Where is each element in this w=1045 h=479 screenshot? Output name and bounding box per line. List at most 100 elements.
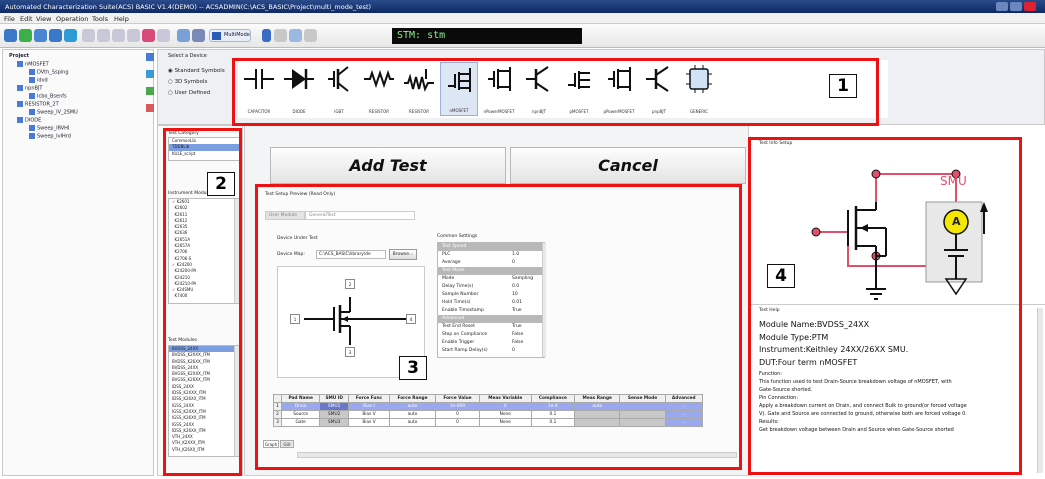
horizontal-scrollbar[interactable] <box>297 452 737 458</box>
device-ppowermosfet[interactable]: pPowerMOSFET <box>600 62 638 116</box>
maximize-button[interactable] <box>1010 2 1022 11</box>
device-generic[interactable]: GENERIC <box>680 62 718 116</box>
info-icon[interactable] <box>289 29 302 42</box>
device-npnbjt[interactable]: npnBJT <box>520 62 558 116</box>
settings-row[interactable]: Test End Reset True <box>438 323 546 331</box>
tree-item-npnbjt[interactable]: npnBJT <box>17 85 42 92</box>
device-nmosfet[interactable]: nMOSFET <box>440 62 478 116</box>
settings-row[interactable]: Hold Time(s) 0.01 <box>438 299 546 307</box>
checkbox-icon[interactable] <box>17 85 23 91</box>
checkbox-icon[interactable] <box>29 77 35 83</box>
abort-icon[interactable] <box>157 29 170 42</box>
dropdown-icon[interactable] <box>262 29 271 42</box>
settings-row[interactable]: Enable Timestamp True <box>438 307 546 315</box>
tab-user-module[interactable]: User Module <box>265 211 305 220</box>
menu-operation[interactable]: Operation <box>56 15 88 23</box>
settings-scrollbar[interactable] <box>542 243 546 357</box>
edit-icon[interactable] <box>146 87 154 95</box>
checkbox-icon[interactable] <box>17 101 23 107</box>
tree-item[interactable]: idvd <box>29 77 48 84</box>
checkbox-icon[interactable] <box>29 69 35 75</box>
radio-user-defined[interactable]: ○ User Defined <box>168 90 210 96</box>
test-modules-heading: Test Modules <box>168 338 197 343</box>
instrument-list-scrollbar[interactable] <box>234 199 239 303</box>
tree-item[interactable]: Sweep_IV_2SMU <box>29 109 78 116</box>
radio-standard-symbols[interactable]: ◉ Standard Symbols <box>168 68 225 74</box>
lock-icon[interactable] <box>192 29 205 42</box>
add-test-button[interactable]: Add Test <box>270 147 506 184</box>
device-diode[interactable]: DIODE <box>280 62 318 116</box>
test-modules-scrollbar[interactable] <box>234 346 239 456</box>
settings-row[interactable]: Enable Trigger False <box>438 339 546 347</box>
tab-general-test[interactable]: GeneralTest <box>305 211 415 220</box>
pin-bulk: 4 <box>406 314 416 324</box>
tree-item[interactable]: Sweep_IRVHI <box>29 125 69 132</box>
device-igbt[interactable]: IGBT <box>320 62 358 116</box>
settings-row[interactable]: Delay Time(s) 0.0 <box>438 283 546 291</box>
tree-item-resistor[interactable]: RESISTOR_2T <box>17 101 59 108</box>
settings-row[interactable]: Stop on Compliance False <box>438 331 546 339</box>
tree-item-nmosfet[interactable]: nMOSFET <box>17 61 49 68</box>
cancel-button[interactable]: Cancel <box>510 147 746 184</box>
step-icon[interactable] <box>112 29 125 42</box>
settings-row[interactable]: Mode Sampling <box>438 275 546 283</box>
browse-button[interactable]: Browse... <box>389 249 417 260</box>
menu-edit[interactable]: Edit <box>20 15 33 23</box>
tree-root[interactable]: Project <box>9 53 29 59</box>
multimode-button[interactable]: MultiMode <box>209 29 251 42</box>
radio-3d-symbols[interactable]: ○ 3D Symbols <box>168 79 207 85</box>
device-pnpbjt[interactable]: pnpBJT <box>640 62 678 116</box>
minimize-button[interactable] <box>996 2 1008 11</box>
print-icon[interactable] <box>177 29 190 42</box>
device-npowermosfet[interactable]: nPowerMOSFET <box>480 62 518 116</box>
stop-icon[interactable] <box>142 29 155 42</box>
device-resistor[interactable]: RESISTOR <box>360 62 398 116</box>
open-icon[interactable] <box>64 29 77 42</box>
checkbox-icon[interactable] <box>17 117 23 123</box>
settings-row[interactable]: PLC 1.0 <box>438 251 546 259</box>
refresh-icon[interactable] <box>19 29 32 42</box>
tree-item[interactable]: Sweep_IvIHrd <box>29 133 71 140</box>
save-icon[interactable] <box>34 29 47 42</box>
device-capacitor[interactable]: CAPACITOR <box>240 62 278 116</box>
pause-icon[interactable] <box>127 29 140 42</box>
settings-row[interactable]: Start Ramp Delay(s) 0 <box>438 347 546 355</box>
npowermosfet-icon <box>488 67 511 91</box>
checkbox-icon[interactable] <box>29 93 35 99</box>
tree-item[interactable]: Icbo_Bsenfs <box>29 93 67 100</box>
help-icon[interactable] <box>304 29 317 42</box>
tree-item[interactable]: DVth_Ssping <box>29 69 69 76</box>
move-icon[interactable] <box>146 70 154 78</box>
list-item[interactable]: K7400 <box>169 293 239 299</box>
close-button[interactable] <box>1024 2 1036 11</box>
new-icon[interactable] <box>4 29 17 42</box>
tab-graph[interactable]: Graph <box>263 440 279 448</box>
list-item[interactable]: VTH_K26XX_ITM <box>169 447 239 453</box>
table-row[interactable]: 3 Gate SMU3 Bias V auto 0 None 0.1 ... <box>272 418 704 427</box>
run-icon[interactable] <box>82 29 95 42</box>
device-map-path-field[interactable]: C:\ACS_BASIC\library\de <box>316 250 386 259</box>
device-pmosfet[interactable]: pMOSFET <box>560 62 598 116</box>
project-icon[interactable] <box>49 29 62 42</box>
add-icon[interactable] <box>146 53 154 61</box>
settings-row[interactable]: Sample Number 10 <box>438 291 546 299</box>
settings-row[interactable]: Average 0 <box>438 259 546 267</box>
menu-help[interactable]: Help <box>114 15 129 23</box>
menu-tools[interactable]: Tools <box>92 15 108 23</box>
run-all-icon[interactable] <box>97 29 110 42</box>
checkbox-icon[interactable] <box>29 125 35 131</box>
tab-gui[interactable]: GUI <box>280 440 294 448</box>
checkbox-icon[interactable] <box>29 133 35 139</box>
table-row[interactable]: 2 Source SMU2 Bias V auto 0 None 0.1 ... <box>272 410 704 419</box>
device-resistor-2[interactable]: RESISTOR <box>400 62 438 116</box>
checkbox-icon[interactable] <box>17 61 23 67</box>
delete-icon[interactable] <box>146 104 154 112</box>
checkbox-icon[interactable] <box>29 109 35 115</box>
tree-item-diode[interactable]: DIODE <box>17 117 41 124</box>
help-scrollbar[interactable] <box>1037 308 1043 473</box>
table-row[interactable]: 1 Drain SMU1 Bias I auto 1e-009 V 1e-4 a… <box>272 402 704 411</box>
menu-file[interactable]: File <box>4 15 15 23</box>
list-item[interactable]: KULE_script <box>169 151 239 157</box>
config-icon[interactable] <box>274 29 287 42</box>
menu-view[interactable]: View <box>36 15 51 23</box>
